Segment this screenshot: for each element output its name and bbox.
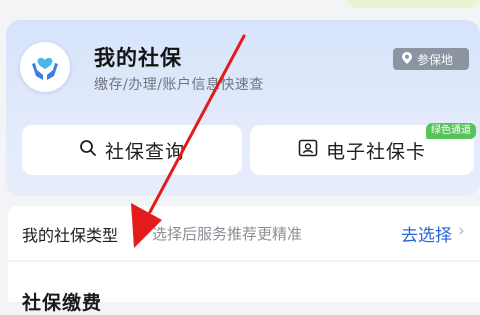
search-icon — [79, 139, 97, 162]
page-title: 我的社保 — [94, 46, 182, 70]
green-channel-badge: 绿色通道 — [426, 123, 476, 139]
page-subtitle: 缴存/办理/账户信息快速查 — [94, 77, 264, 93]
top-status-pill — [346, 0, 480, 8]
insured-location-label: 参保地 — [417, 52, 454, 67]
social-security-type-hint: 选择后服务推荐更精准 — [152, 225, 303, 243]
e-social-security-card-label: 电子社保卡 — [325, 140, 426, 163]
social-security-query-button[interactable]: 社保查询 — [22, 125, 242, 175]
hands-heart-icon — [20, 42, 70, 92]
social-security-type-label: 我的社保类型 — [22, 226, 119, 245]
location-pin-icon — [401, 51, 413, 68]
social-security-query-label: 社保查询 — [104, 140, 185, 163]
go-select-link[interactable]: 去选择 — [401, 221, 452, 246]
payment-section-title: 社保缴费 — [22, 292, 103, 314]
row-divider — [139, 226, 140, 242]
id-card-icon — [298, 139, 318, 162]
insured-location-button[interactable]: 参保地 — [393, 48, 469, 70]
chevron-right-icon: › — [458, 221, 465, 241]
